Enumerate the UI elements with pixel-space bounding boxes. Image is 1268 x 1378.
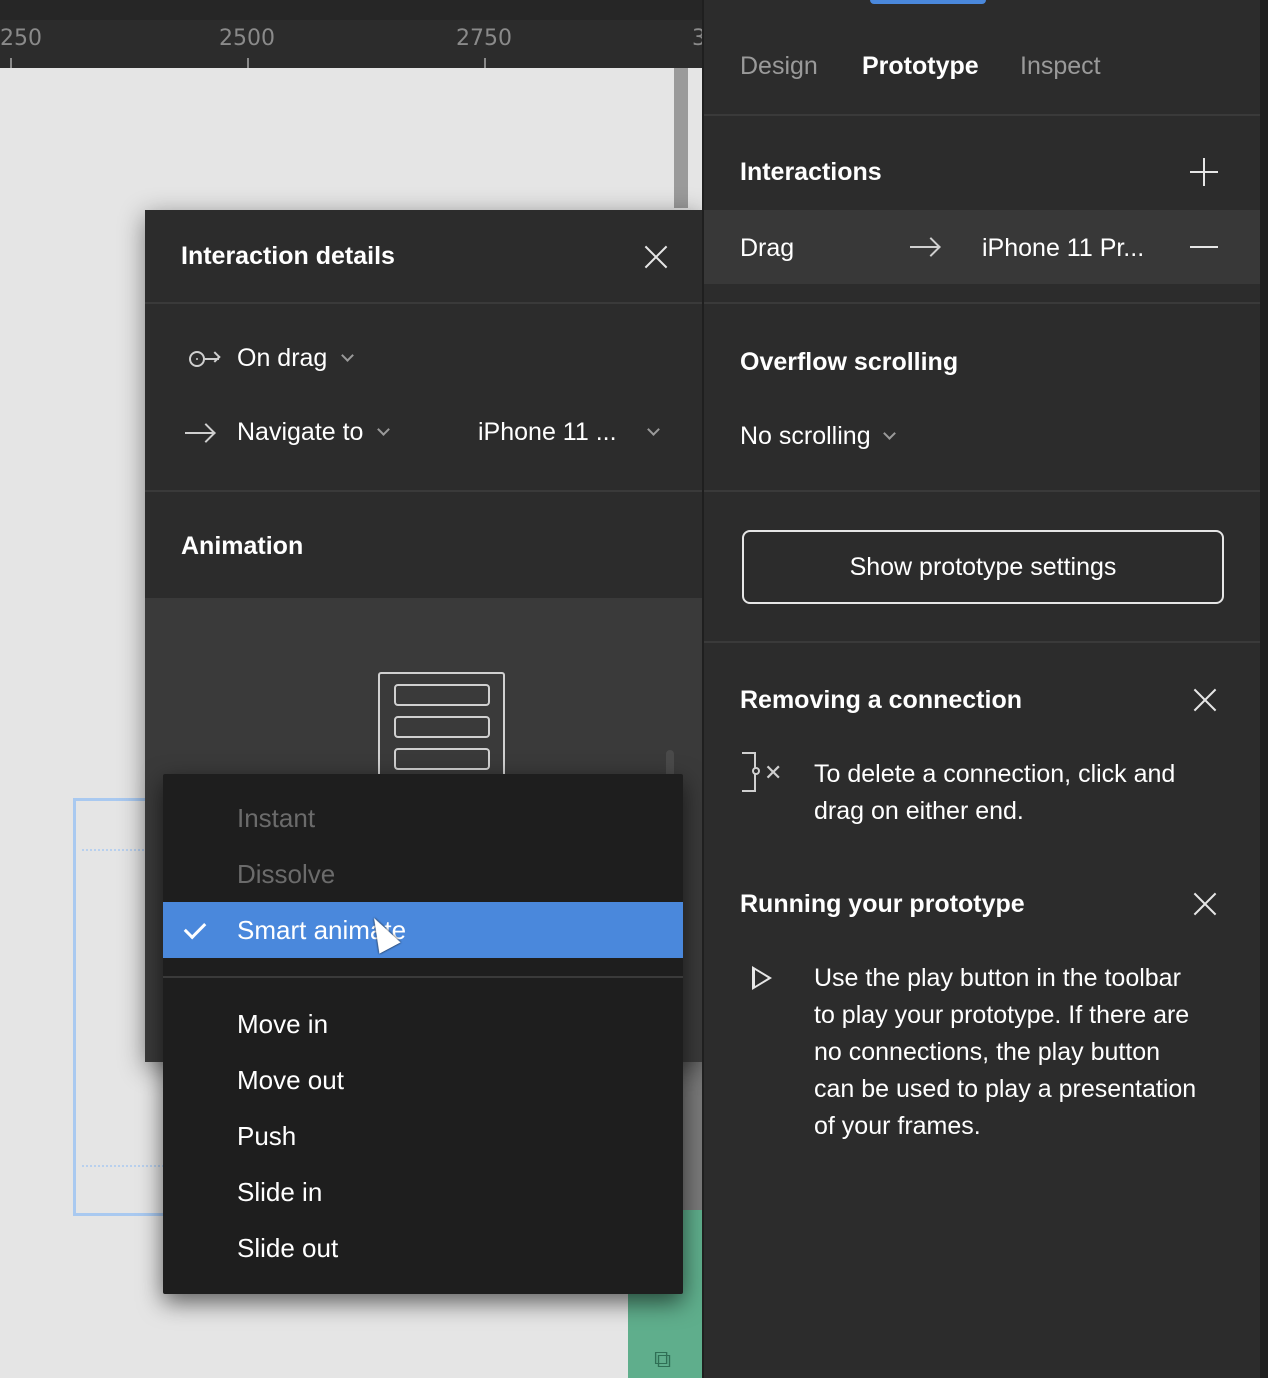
trigger-dropdown[interactable]: On drag bbox=[189, 344, 355, 373]
interaction-row[interactable]: Drag iPhone 11 Pr... bbox=[704, 210, 1262, 284]
ruler-tick bbox=[247, 58, 249, 68]
overflow-value: No scrolling bbox=[740, 422, 871, 450]
menu-item-slide-in[interactable]: Slide in bbox=[163, 1164, 683, 1220]
overflow-dropdown[interactable]: No scrolling bbox=[740, 422, 896, 451]
tip-text: To delete a connection, click and drag o… bbox=[814, 760, 1176, 825]
window-edge bbox=[1260, 0, 1268, 1378]
tip-text: Use the play button in the toolbar to pl… bbox=[814, 964, 1197, 1140]
tab-inspect[interactable]: Inspect bbox=[1020, 52, 1101, 81]
show-prototype-settings-button[interactable]: Show prototype settings bbox=[742, 530, 1224, 604]
tip-title: Running your prototype bbox=[740, 890, 1025, 918]
arrow-right-icon bbox=[910, 237, 940, 257]
ruler-label: 3 bbox=[692, 26, 702, 51]
chevron-down-icon bbox=[882, 427, 896, 440]
menu-item-smart-animate[interactable]: Smart animate bbox=[163, 902, 683, 958]
animation-section: Animation bbox=[145, 492, 702, 600]
menu-item-dissolve[interactable]: Dissolve bbox=[163, 846, 683, 902]
destination-label: iPhone 11 ... bbox=[478, 418, 617, 446]
overflow-scrolling-section: Overflow scrolling No scrolling bbox=[704, 302, 1262, 492]
interaction-trigger: Drag bbox=[740, 234, 795, 262]
close-icon[interactable] bbox=[1190, 685, 1220, 715]
remove-interaction-icon[interactable] bbox=[1190, 246, 1218, 248]
add-interaction-icon[interactable] bbox=[1190, 158, 1218, 186]
overflow-title: Overflow scrolling bbox=[740, 348, 959, 376]
tab-design[interactable]: Design bbox=[740, 52, 818, 81]
action-label: Navigate to bbox=[237, 418, 364, 446]
drag-trigger-icon bbox=[189, 347, 221, 371]
panel-title: Interaction details bbox=[181, 242, 395, 270]
frame-edge bbox=[682, 1060, 702, 1210]
chevron-down-icon bbox=[646, 423, 660, 436]
interaction-destination: iPhone 11 Pr... bbox=[982, 234, 1145, 262]
divider bbox=[704, 641, 1262, 643]
menu-item-instant[interactable]: Instant bbox=[163, 790, 683, 846]
connection-icon: ✕ bbox=[742, 752, 786, 792]
properties-panel: Design Prototype Inspect Interactions Dr… bbox=[702, 0, 1268, 1378]
chevron-down-icon bbox=[377, 423, 391, 436]
menu-item-push[interactable]: Push bbox=[163, 1108, 683, 1164]
interactions-title: Interactions bbox=[740, 158, 882, 186]
animation-title: Animation bbox=[181, 532, 304, 560]
ruler-tick bbox=[484, 58, 486, 68]
ruler-label: 2500 bbox=[219, 26, 275, 51]
menu-divider bbox=[163, 976, 683, 978]
panel-tabs: Design Prototype Inspect bbox=[704, 0, 1262, 116]
chevron-down-icon bbox=[341, 349, 355, 362]
trigger-label: On drag bbox=[237, 344, 328, 372]
phone-preview-icon bbox=[378, 672, 505, 782]
destination-dropdown[interactable]: iPhone 11 ... bbox=[478, 418, 660, 447]
play-icon bbox=[752, 966, 772, 990]
close-icon[interactable] bbox=[1190, 889, 1220, 919]
menu-item-slide-out[interactable]: Slide out bbox=[163, 1220, 683, 1276]
horizontal-ruler: 250 2500 2750 3 bbox=[0, 0, 702, 68]
ruler-label: 2750 bbox=[456, 26, 512, 51]
menu-item-move-out[interactable]: Move out bbox=[163, 1052, 683, 1108]
canvas-scrollbar[interactable] bbox=[674, 68, 688, 208]
tip-title: Removing a connection bbox=[740, 686, 1022, 714]
panel-header: Interaction details bbox=[145, 210, 702, 304]
ruler-label: 250 bbox=[0, 26, 42, 51]
close-icon[interactable] bbox=[641, 242, 671, 272]
component-icon: ⧉ bbox=[654, 1346, 672, 1373]
trigger-section: On drag Navigate to iPhone 11 ... bbox=[145, 304, 702, 492]
checkmark-icon bbox=[183, 916, 207, 940]
action-dropdown[interactable]: Navigate to bbox=[185, 418, 391, 447]
ruler-tick bbox=[10, 58, 12, 68]
menu-item-move-in[interactable]: Move in bbox=[163, 996, 683, 1052]
arrow-right-icon bbox=[185, 423, 215, 443]
animation-type-menu: Instant Dissolve Smart animate Move in M… bbox=[163, 774, 683, 1294]
tab-prototype[interactable]: Prototype bbox=[862, 52, 979, 81]
